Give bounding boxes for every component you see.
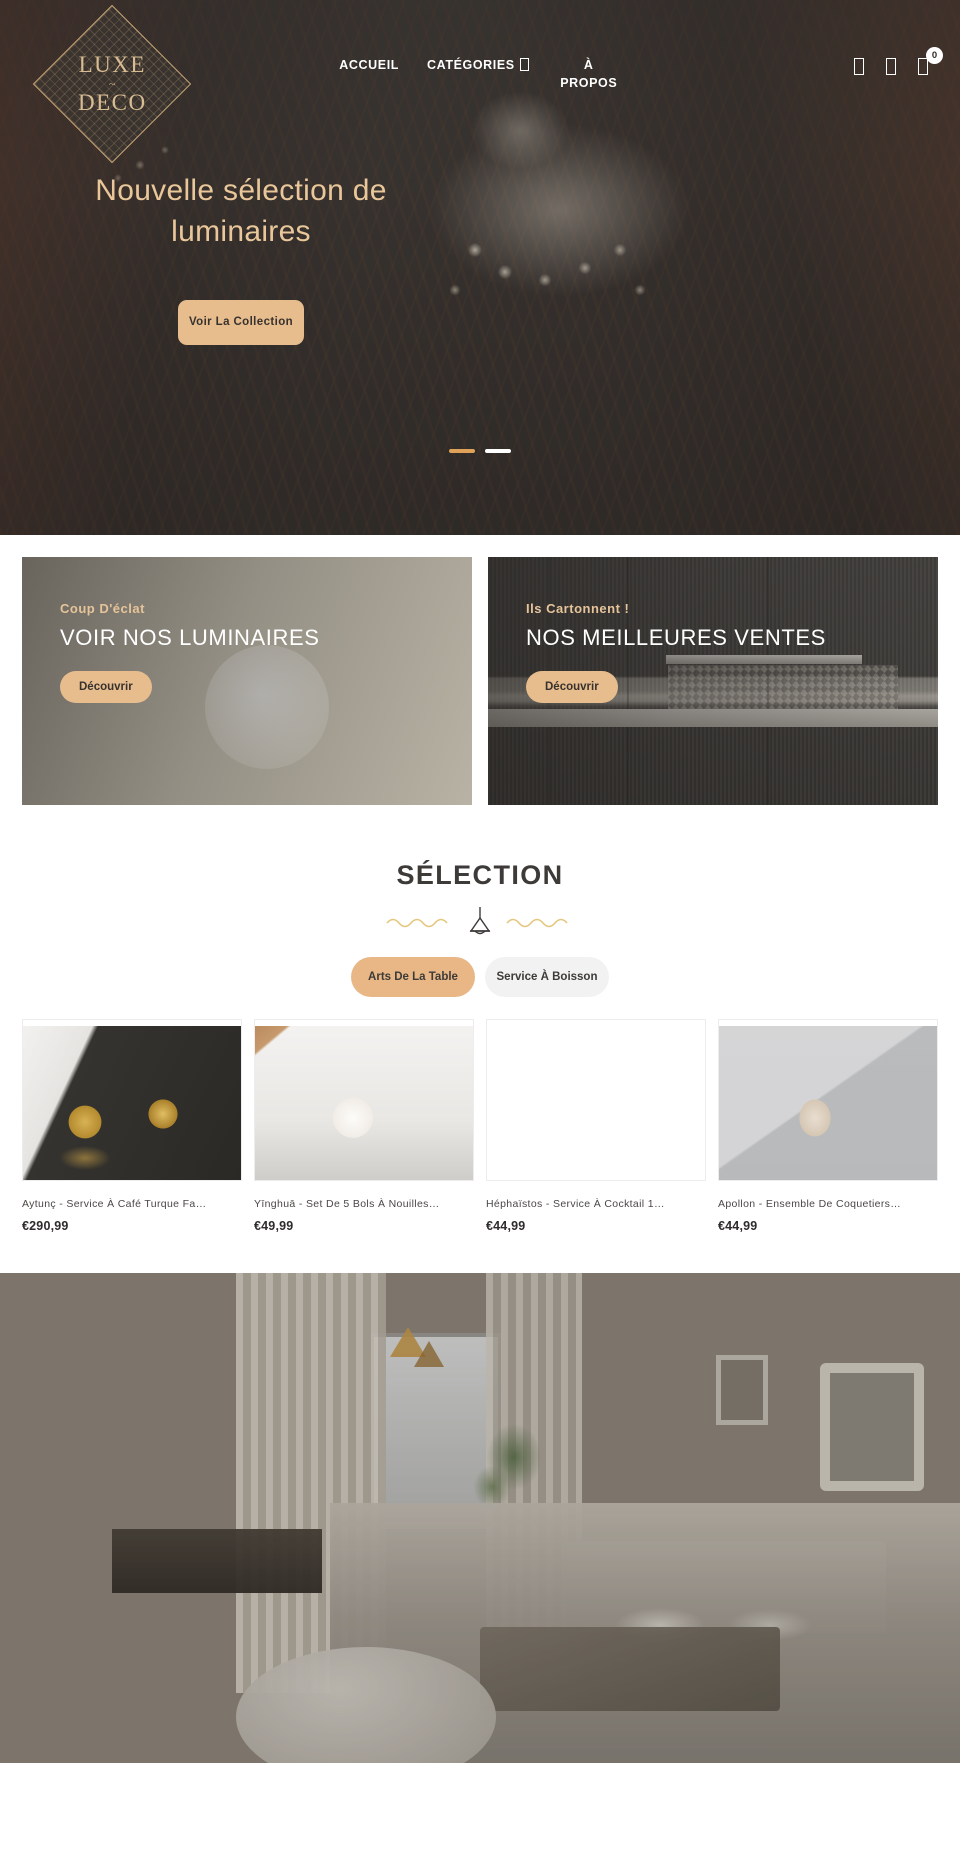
- bottom-lifestyle-banner: [0, 1273, 960, 1764]
- product-image: [719, 1026, 937, 1181]
- product-price: €44,99: [486, 1219, 526, 1234]
- product-card[interactable]: Apollon - Ensemble De Coquetiers… €44,99: [718, 1019, 938, 1233]
- product-image: [487, 1026, 705, 1180]
- wave-left-icon: [386, 918, 448, 928]
- promo-title-meilleures-ventes: NOS MEILLEURES VENTES: [526, 625, 826, 650]
- site-header: LUXE ~ DECO ACCUEIL CATÉGORIES À PROPOS …: [0, 0, 960, 164]
- product-thumbnail: [718, 1019, 938, 1182]
- category-tabs: Arts De La Table Service À Boisson: [0, 957, 960, 998]
- cart-icon[interactable]: 0: [918, 47, 943, 75]
- selection-section: SÉLECTION Arts De La Table Service À Boi…: [0, 805, 960, 1274]
- promo-kicker-luminaires: Coup D'éclat: [60, 601, 145, 616]
- hero-title: Nouvelle sélection de luminaires: [95, 174, 387, 249]
- product-price: €49,99: [254, 1219, 294, 1234]
- section-divider: [0, 905, 960, 939]
- product-thumbnail: [22, 1019, 242, 1182]
- nav-item-accueil[interactable]: ACCUEIL: [339, 56, 399, 92]
- chevron-down-icon: [519, 58, 529, 71]
- product-name: Yīnghuā - Set De 5 Bols À Nouilles…: [254, 1198, 440, 1211]
- promo-cards-row: Coup D'éclat VOIR NOS LUMINAIRES Découvr…: [0, 535, 960, 805]
- product-thumbnail: [254, 1019, 474, 1182]
- product-thumbnail: [486, 1019, 706, 1182]
- product-grid: Aytunç - Service À Café Turque Fa… €290,…: [0, 997, 960, 1233]
- product-image: [255, 1026, 473, 1181]
- product-name: Apollon - Ensemble De Coquetiers…: [718, 1198, 902, 1211]
- main-navigation: ACCUEIL CATÉGORIES À PROPOS: [202, 16, 758, 92]
- pendant-lamp-icon: [469, 907, 491, 935]
- logo-text-line1: LUXE: [78, 52, 146, 78]
- logo-diamond-shape: LUXE ~ DECO: [32, 4, 192, 164]
- nav-item-categories[interactable]: CATÉGORIES: [427, 56, 529, 92]
- banner-overlay: [0, 1273, 960, 1764]
- promo-card-meilleures-ventes[interactable]: Ils Cartonnent ! NOS MEILLEURES VENTES D…: [488, 557, 938, 805]
- hero-banner: LUXE ~ DECO ACCUEIL CATÉGORIES À PROPOS …: [0, 0, 960, 535]
- hero-cta-button[interactable]: Voir La Collection: [178, 299, 304, 345]
- tab-arts-de-la-table[interactable]: Arts De La Table: [351, 957, 475, 998]
- product-card[interactable]: Héphaïstos - Service À Cocktail 1… €44,9…: [486, 1019, 706, 1233]
- promo-cta-luminaires[interactable]: Découvrir: [60, 671, 152, 703]
- nav-label-a-propos: À PROPOS: [560, 58, 618, 91]
- product-card[interactable]: Aytunç - Service À Café Turque Fa… €290,…: [22, 1019, 242, 1233]
- product-card[interactable]: Yīnghuā - Set De 5 Bols À Nouilles… €49,…: [254, 1019, 474, 1233]
- product-price: €44,99: [718, 1219, 758, 1234]
- hero-content: Nouvelle sélection de luminaires Voir La…: [0, 150, 482, 345]
- carousel-indicators: [0, 449, 960, 453]
- carousel-dot-1[interactable]: [449, 449, 475, 453]
- logo-link[interactable]: LUXE ~ DECO: [22, 4, 202, 164]
- promo-title-luminaires: VOIR NOS LUMINAIRES: [60, 625, 320, 650]
- promo-cta-meilleures-ventes[interactable]: Découvrir: [526, 671, 618, 703]
- product-price: €290,99: [22, 1219, 69, 1234]
- tab-service-a-boisson[interactable]: Service À Boisson: [485, 957, 609, 998]
- promo-kicker-meilleures-ventes: Ils Cartonnent !: [526, 601, 630, 616]
- promo-card-luminaires[interactable]: Coup D'éclat VOIR NOS LUMINAIRES Découvr…: [22, 557, 472, 805]
- nav-label-categories: CATÉGORIES: [427, 58, 515, 72]
- carousel-dot-2[interactable]: [485, 449, 511, 453]
- wave-right-icon: [506, 918, 568, 928]
- product-name: Aytunç - Service À Café Turque Fa…: [22, 1198, 207, 1211]
- header-action-icons: 0: [758, 16, 943, 75]
- product-image: [23, 1026, 241, 1181]
- logo-ornament: ~: [108, 77, 116, 91]
- logo-text-line2: DECO: [77, 90, 147, 115]
- section-title-selection: SÉLECTION: [396, 860, 564, 890]
- user-account-icon[interactable]: [886, 58, 896, 75]
- nav-label-accueil: ACCUEIL: [339, 58, 400, 72]
- nav-item-a-propos[interactable]: À PROPOS: [557, 56, 621, 92]
- product-name: Héphaïstos - Service À Cocktail 1…: [486, 1198, 665, 1211]
- cart-count-badge: 0: [926, 47, 943, 64]
- search-icon[interactable]: [854, 58, 864, 75]
